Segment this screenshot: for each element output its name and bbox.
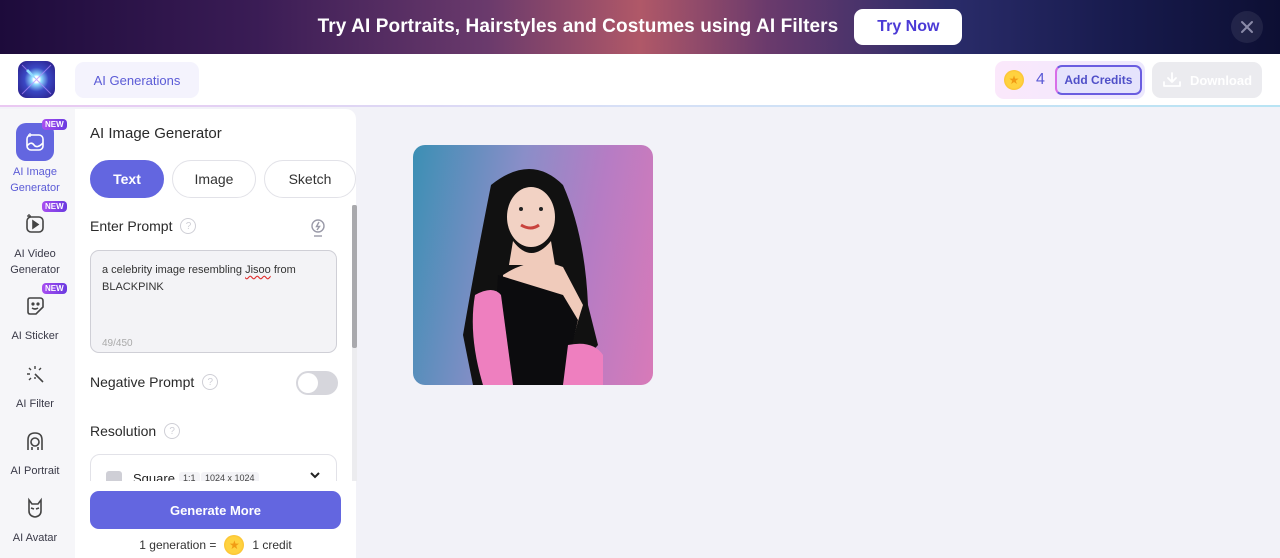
nav-label: AI Avatar	[12, 532, 58, 544]
nav-label: AI Portrait	[10, 465, 60, 477]
video-play-icon	[26, 214, 44, 233]
lightbulb-icon	[311, 219, 325, 237]
coin-icon: ★	[224, 535, 245, 555]
download-button[interactable]: Download	[1152, 62, 1262, 98]
chevron-down-icon	[310, 472, 320, 479]
nav-item-ai-image-generator[interactable]: NEW AI Image Generator	[0, 119, 70, 196]
cost-note: 1 generation = ★ 1 credit	[75, 535, 356, 555]
nav-item-ai-avatar[interactable]: AI Avatar	[0, 489, 70, 546]
ai-generations-tab[interactable]: AI Generations	[75, 62, 199, 98]
prompt-value: a celebrity image resembling Jisoo from …	[102, 264, 296, 293]
help-icon[interactable]: ?	[180, 218, 197, 234]
prompt-idea-button[interactable]	[309, 218, 327, 243]
portrait-icon	[27, 432, 43, 450]
add-credits-button[interactable]: Add Credits	[1054, 65, 1142, 95]
banner-text: Try AI Portraits, Hairstyles and Costume…	[317, 16, 839, 37]
portrait-illustration	[463, 169, 603, 385]
coin-icon: ★	[1004, 70, 1024, 90]
help-icon[interactable]: ?	[202, 374, 219, 390]
credit-count: 4	[1036, 71, 1045, 88]
nav-label: AI Sticker	[11, 330, 59, 342]
enter-prompt-label: Enter Prompt ?	[90, 218, 197, 234]
top-bar: AI Generations ★ 4 Add Credits Download	[0, 54, 1280, 107]
nav-item-ai-video-generator[interactable]: NEW AI Video Generator	[0, 201, 70, 278]
tab-image[interactable]: Image	[172, 160, 256, 198]
download-label: Download	[1189, 72, 1253, 88]
nav-label: AI Video Generator	[10, 248, 60, 276]
nav-label: AI Image Generator	[10, 166, 60, 194]
help-icon[interactable]: ?	[164, 423, 181, 439]
resolution-label: Resolution ?	[90, 423, 181, 439]
tab-sketch[interactable]: Sketch	[264, 160, 356, 198]
banner-close-button[interactable]	[1231, 11, 1263, 43]
panel-title: AI Image Generator	[90, 125, 222, 142]
sticker-icon	[27, 297, 44, 315]
promo-banner: Try AI Portraits, Hairstyles and Costume…	[0, 0, 1280, 54]
toggle-knob	[298, 373, 318, 393]
new-badge: NEW	[42, 283, 67, 294]
nav-item-ai-filter[interactable]: AI Filter	[0, 355, 70, 412]
magic-wand-icon	[27, 366, 44, 383]
panel-scrollbar-thumb[interactable]	[352, 205, 357, 348]
new-badge: NEW	[42, 201, 67, 212]
try-now-button[interactable]: Try Now	[854, 9, 963, 45]
generated-image[interactable]	[413, 145, 653, 385]
generator-panel: AI Image Generator Text Image Sketch Ent…	[75, 109, 356, 558]
negative-prompt-label: Negative Prompt ?	[90, 374, 219, 390]
image-sparkle-icon	[26, 133, 44, 151]
nav-label: AI Filter	[16, 398, 54, 410]
avatar-mask-icon	[28, 497, 42, 518]
left-nav: NEW AI Image Generator NEW AI Video Genera…	[0, 109, 75, 558]
generate-more-button[interactable]: Generate More	[90, 491, 341, 529]
negative-prompt-toggle[interactable]	[296, 371, 338, 395]
nav-item-ai-sticker[interactable]: NEW AI Sticker	[0, 283, 70, 344]
app-logo-icon[interactable]	[18, 61, 55, 98]
prompt-textarea[interactable]: a celebrity image resembling Jisoo from …	[90, 250, 337, 353]
tab-text[interactable]: Text	[90, 160, 164, 198]
prompt-char-count: 49/450	[102, 338, 133, 349]
download-icon	[1163, 72, 1181, 87]
close-icon	[1241, 21, 1253, 33]
new-badge: NEW	[42, 119, 67, 130]
credits-box: ★ 4 Add Credits	[995, 61, 1145, 99]
nav-item-ai-portrait[interactable]: AI Portrait	[0, 422, 70, 479]
